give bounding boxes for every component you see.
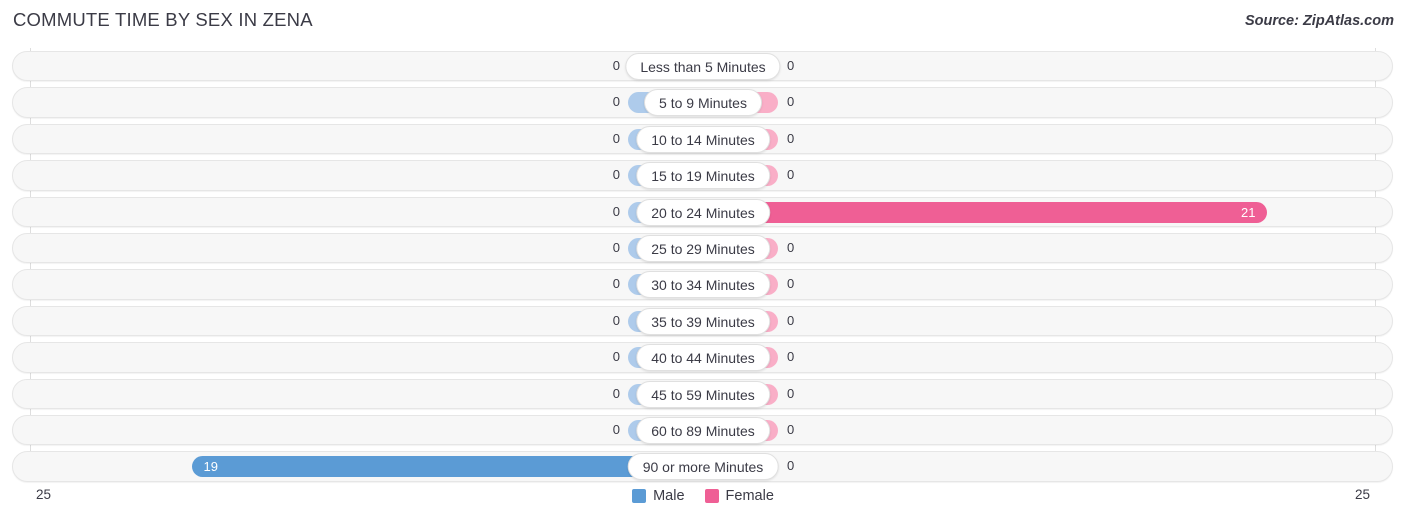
category-label: 35 to 39 Minutes [636, 307, 770, 335]
chart-row: 0 0 Less than 5 Minutes [0, 48, 1406, 84]
bar-male[interactable]: 19 [191, 456, 703, 478]
legend-swatch-icon [632, 489, 647, 503]
bar-value-male: 0 [612, 276, 620, 292]
legend-label: Female [725, 488, 774, 504]
chart-row: 0 21 20 to 24 Minutes [0, 194, 1406, 230]
category-label: 45 to 59 Minutes [636, 380, 770, 408]
category-label: 10 to 14 Minutes [636, 125, 770, 153]
category-label: 20 to 24 Minutes [636, 198, 770, 226]
bar-value-male: 0 [612, 203, 620, 219]
bar-value-female: 0 [787, 167, 795, 183]
chart-header: COMMUTE TIME BY SEX IN ZENA Source: ZipA… [0, 0, 1406, 40]
chart-row: 0 0 30 to 34 Minutes [0, 266, 1406, 302]
source-attribution: Source: ZipAtlas.com [1244, 13, 1394, 29]
bar-value-male: 0 [612, 385, 620, 401]
category-label: 40 to 44 Minutes [636, 344, 770, 372]
bar-female[interactable]: 21 [703, 201, 1268, 223]
chart-row: 0 0 45 to 59 Minutes [0, 376, 1406, 412]
page-title: COMMUTE TIME BY SEX IN ZENA [13, 9, 313, 30]
chart-row: 0 0 35 to 39 Minutes [0, 303, 1406, 339]
bar-value-female: 0 [787, 421, 795, 437]
category-label: 5 to 9 Minutes [644, 89, 762, 117]
bar-value-female: 0 [787, 458, 795, 474]
bar-value-male: 0 [612, 421, 620, 437]
chart-row: 19 0 90 or more Minutes [0, 448, 1406, 484]
category-label: Less than 5 Minutes [625, 53, 781, 80]
bar-value-female: 0 [787, 130, 795, 146]
bar-value-female: 0 [787, 276, 795, 292]
bar-value-female: 0 [787, 385, 795, 401]
bar-value-male: 0 [612, 130, 620, 146]
category-label: 60 to 89 Minutes [636, 416, 770, 444]
chart-row: 0 0 15 to 19 Minutes [0, 157, 1406, 193]
category-label: 90 or more Minutes [627, 453, 779, 481]
chart-row: 0 0 25 to 29 Minutes [0, 230, 1406, 266]
bar-value-male: 0 [612, 349, 620, 365]
chart-rows: 0 0 Less than 5 Minutes 0 0 5 to 9 Minutes 0 0 1… [0, 48, 1406, 485]
bar-value-female: 0 [787, 349, 795, 365]
chart-footer: 25 25 Male Female [0, 485, 1406, 523]
legend-item[interactable]: Male [632, 488, 685, 504]
chart-plot-area: 0 0 Less than 5 Minutes 0 0 5 to 9 Minutes 0 0 1… [0, 48, 1406, 485]
legend-swatch-icon [704, 489, 719, 503]
bar-value-female: 0 [787, 239, 795, 255]
bar-value-male: 19 [203, 459, 218, 475]
chart-row: 0 0 60 to 89 Minutes [0, 412, 1406, 448]
bar-value-male: 0 [612, 312, 620, 328]
category-label: 25 to 29 Minutes [636, 234, 770, 262]
bar-value-male: 0 [612, 58, 620, 73]
bar-value-male: 0 [612, 94, 620, 110]
bar-value-male: 0 [612, 239, 620, 255]
legend-item[interactable]: Female [704, 488, 774, 504]
bar-value-male: 0 [612, 167, 620, 183]
bar-value-female: 0 [787, 94, 795, 110]
category-label: 30 to 34 Minutes [636, 271, 770, 299]
legend-label: Male [653, 488, 685, 504]
category-label: 15 to 19 Minutes [636, 162, 770, 190]
bar-value-female: 0 [787, 58, 795, 73]
chart-row: 0 0 10 to 14 Minutes [0, 121, 1406, 157]
chart-row: 0 0 40 to 44 Minutes [0, 339, 1406, 375]
chart-legend: Male Female [0, 488, 1406, 504]
bar-value-female: 0 [787, 312, 795, 328]
chart-row: 0 0 5 to 9 Minutes [0, 84, 1406, 120]
bar-value-female: 21 [1241, 204, 1256, 220]
